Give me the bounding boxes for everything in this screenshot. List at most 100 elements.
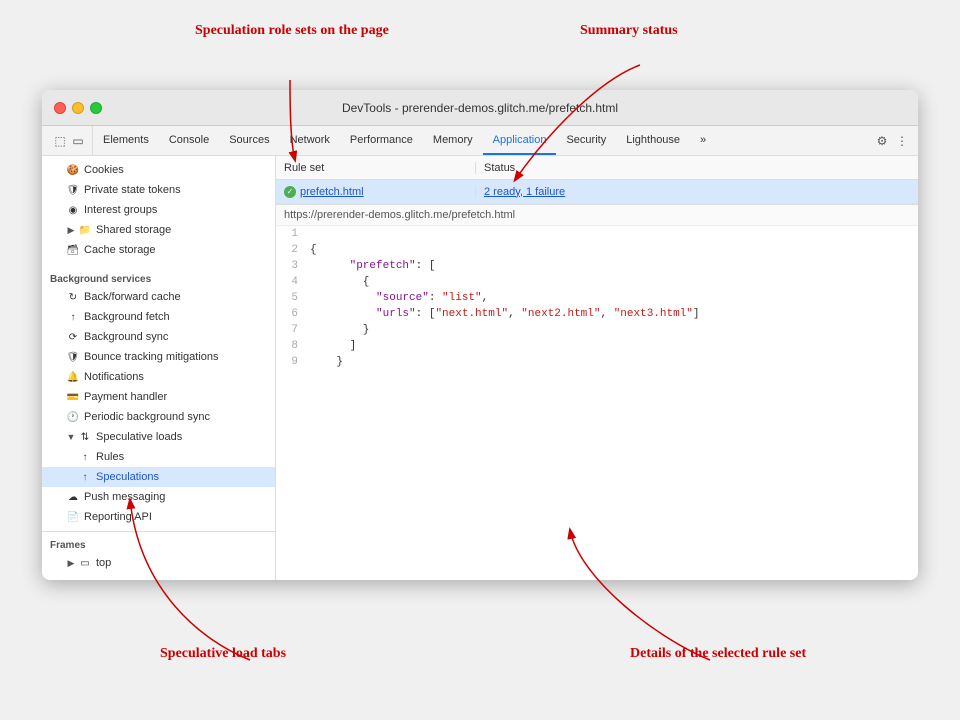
code-line-2: 2 { bbox=[276, 242, 918, 258]
sidebar-label-speculative-loads: Speculative loads bbox=[96, 431, 182, 443]
settings-icon[interactable]: ⚙ bbox=[874, 133, 890, 149]
sidebar-item-private-state-tokens[interactable]: 🛡 Private state tokens bbox=[42, 180, 275, 200]
tab-console[interactable]: Console bbox=[159, 126, 219, 155]
title-bar: DevTools - prerender-demos.glitch.me/pre… bbox=[42, 90, 918, 126]
sidebar-label-top: top bbox=[96, 557, 111, 569]
sidebar-item-back-forward-cache[interactable]: ↻ Back/forward cache bbox=[42, 287, 275, 307]
sidebar-label-periodic-bg-sync: Periodic background sync bbox=[84, 411, 210, 423]
close-button[interactable] bbox=[54, 102, 66, 114]
sidebar-label-private-state: Private state tokens bbox=[84, 184, 181, 196]
sidebar-label-bounce-tracking: Bounce tracking mitigations bbox=[84, 351, 219, 363]
sidebar-label-payment-handler: Payment handler bbox=[84, 391, 167, 403]
devtools-tab-bar: ⬚ ▭ Elements Console Sources Network Per… bbox=[42, 126, 918, 156]
tab-performance[interactable]: Performance bbox=[340, 126, 423, 155]
inspect-icon[interactable]: ⬚ bbox=[52, 133, 68, 149]
frames-header: Frames bbox=[42, 534, 275, 553]
tab-application[interactable]: Application bbox=[483, 126, 557, 155]
annotation-speculative-load-tabs: Speculative load tabs bbox=[160, 645, 286, 663]
minimize-button[interactable] bbox=[72, 102, 84, 114]
sidebar-item-bounce-tracking[interactable]: 🛡 Bounce tracking mitigations bbox=[42, 347, 275, 367]
sync-icon: ⟳ bbox=[66, 330, 80, 344]
devtools-body: 🍪 Cookies 🛡 Private state tokens ◉ Inter… bbox=[42, 156, 918, 580]
code-line-6: 6 "urls": ["next.html", "next2.html", "n… bbox=[276, 306, 918, 322]
code-line-9: 9 } bbox=[276, 354, 918, 370]
code-line-5: 5 "source": "list", bbox=[276, 290, 918, 306]
sidebar-item-cookies[interactable]: 🍪 Cookies bbox=[42, 160, 275, 180]
sidebar-item-rules[interactable]: ↑ Rules bbox=[42, 447, 275, 467]
tab-network[interactable]: Network bbox=[280, 126, 340, 155]
shield-icon: 🛡 bbox=[66, 183, 80, 197]
url-bar: https://prerender-demos.glitch.me/prefet… bbox=[276, 205, 918, 226]
maximize-button[interactable] bbox=[90, 102, 102, 114]
rule-row-status-cell[interactable]: 2 ready, 1 failure bbox=[476, 186, 918, 198]
tab-memory[interactable]: Memory bbox=[423, 126, 483, 155]
background-services-section: Background services ↻ Back/forward cache… bbox=[42, 264, 275, 531]
code-line-7: 7 } bbox=[276, 322, 918, 338]
bell-icon: 🔔 bbox=[66, 370, 80, 384]
traffic-lights bbox=[54, 102, 102, 114]
sidebar-label-speculations: Speculations bbox=[96, 471, 159, 483]
report-icon: 📄 bbox=[66, 510, 80, 524]
sidebar-item-periodic-bg-sync[interactable]: 🕐 Periodic background sync bbox=[42, 407, 275, 427]
cookie-icon: 🍪 bbox=[66, 163, 80, 177]
sidebar-label-back-forward: Back/forward cache bbox=[84, 291, 181, 303]
window-title: DevTools - prerender-demos.glitch.me/pre… bbox=[342, 101, 618, 115]
sidebar-item-shared-storage[interactable]: ▶ 📁 Shared storage bbox=[42, 220, 275, 240]
fetch-icon: ↑ bbox=[66, 310, 80, 324]
rule-table-header: Rule set Status bbox=[276, 156, 918, 180]
more-options-icon[interactable]: ⋮ bbox=[894, 133, 910, 149]
speculative-expand-arrow-icon: ▼ bbox=[66, 432, 76, 442]
rule-row-ruleset-cell: ✓ prefetch.html bbox=[276, 186, 476, 198]
tab-elements[interactable]: Elements bbox=[93, 126, 159, 155]
code-line-8: 8 ] bbox=[276, 338, 918, 354]
frame-icon: ▭ bbox=[78, 556, 92, 570]
tab-more[interactable]: » bbox=[690, 126, 716, 155]
browser-window: DevTools - prerender-demos.glitch.me/pre… bbox=[42, 90, 918, 580]
cache-icon: ↻ bbox=[66, 290, 80, 304]
sidebar-label-background-fetch: Background fetch bbox=[84, 311, 170, 323]
sidebar-item-reporting-api[interactable]: 📄 Reporting API bbox=[42, 507, 275, 527]
push-icon: ☁ bbox=[66, 490, 80, 504]
sidebar-label-push-messaging: Push messaging bbox=[84, 491, 165, 503]
sidebar-item-cache-storage[interactable]: 🗃 Cache storage bbox=[42, 240, 275, 260]
sidebar-label-notifications: Notifications bbox=[84, 371, 144, 383]
code-line-1: 1 bbox=[276, 226, 918, 242]
sidebar-label-cookies: Cookies bbox=[84, 164, 124, 176]
sidebar-item-top-frame[interactable]: ▶ ▭ top bbox=[42, 553, 275, 573]
sidebar-item-speculative-loads[interactable]: ▼ ⇅ Speculative loads bbox=[42, 427, 275, 447]
rule-table: Rule set Status ✓ prefetch.html 2 ready,… bbox=[276, 156, 918, 205]
tab-sources[interactable]: Sources bbox=[219, 126, 279, 155]
rule-row[interactable]: ✓ prefetch.html 2 ready, 1 failure bbox=[276, 180, 918, 204]
sidebar-item-background-fetch[interactable]: ↑ Background fetch bbox=[42, 307, 275, 327]
tab-lighthouse[interactable]: Lighthouse bbox=[616, 126, 690, 155]
sidebar-label-interest-groups: Interest groups bbox=[84, 204, 157, 216]
annotation-details-rule-set: Details of the selected rule set bbox=[630, 645, 806, 663]
tab-security[interactable]: Security bbox=[556, 126, 616, 155]
code-area: 1 2 { 3 "prefetch": [ 4 { 5 bbox=[276, 226, 918, 580]
rule-status-icon: ✓ bbox=[284, 186, 296, 198]
sidebar-item-interest-groups[interactable]: ◉ Interest groups bbox=[42, 200, 275, 220]
sidebar-label-background-sync: Background sync bbox=[84, 331, 168, 343]
bounce-icon: 🛡 bbox=[66, 350, 80, 364]
code-line-3: 3 "prefetch": [ bbox=[276, 258, 918, 274]
sidebar-label-shared-storage: Shared storage bbox=[96, 224, 171, 236]
folder-icon: 📁 bbox=[78, 223, 92, 237]
payment-icon: 💳 bbox=[66, 390, 80, 404]
rules-icon: ↑ bbox=[78, 450, 92, 464]
sidebar-label-reporting-api: Reporting API bbox=[84, 511, 152, 523]
devtools-icons: ⬚ ▭ bbox=[46, 126, 93, 155]
rule-link[interactable]: prefetch.html bbox=[300, 186, 364, 198]
sidebar: 🍪 Cookies 🛡 Private state tokens ◉ Inter… bbox=[42, 156, 276, 580]
annotation-speculation-role: Speculation role sets on the page bbox=[195, 22, 389, 40]
clock-icon: 🕐 bbox=[66, 410, 80, 424]
sidebar-item-background-sync[interactable]: ⟳ Background sync bbox=[42, 327, 275, 347]
sidebar-item-push-messaging[interactable]: ☁ Push messaging bbox=[42, 487, 275, 507]
frames-expand-arrow-icon: ▶ bbox=[66, 558, 76, 568]
sidebar-item-notifications[interactable]: 🔔 Notifications bbox=[42, 367, 275, 387]
code-line-4: 4 { bbox=[276, 274, 918, 290]
device-icon[interactable]: ▭ bbox=[70, 133, 86, 149]
sidebar-item-payment-handler[interactable]: 💳 Payment handler bbox=[42, 387, 275, 407]
background-services-header: Background services bbox=[42, 268, 275, 287]
sidebar-item-speculations[interactable]: ↑ Speculations bbox=[42, 467, 275, 487]
speculative-icon: ⇅ bbox=[78, 430, 92, 444]
